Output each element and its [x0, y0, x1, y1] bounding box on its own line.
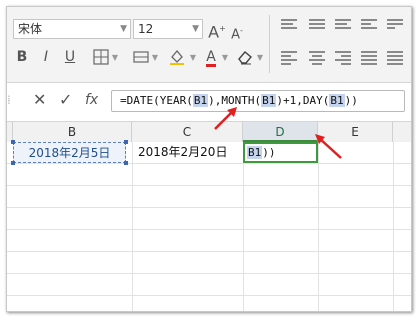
- spreadsheet-window: 宋体 ▼ 12 ▼ A+ A- B I U ▼ ▼ ▼ A ▼ ▼ ⁞ ✕ ✓ …: [6, 6, 412, 312]
- annotation-arrows: [214, 107, 342, 159]
- red-arrow-icon: [214, 107, 237, 130]
- red-arrow-icon: [315, 134, 342, 159]
